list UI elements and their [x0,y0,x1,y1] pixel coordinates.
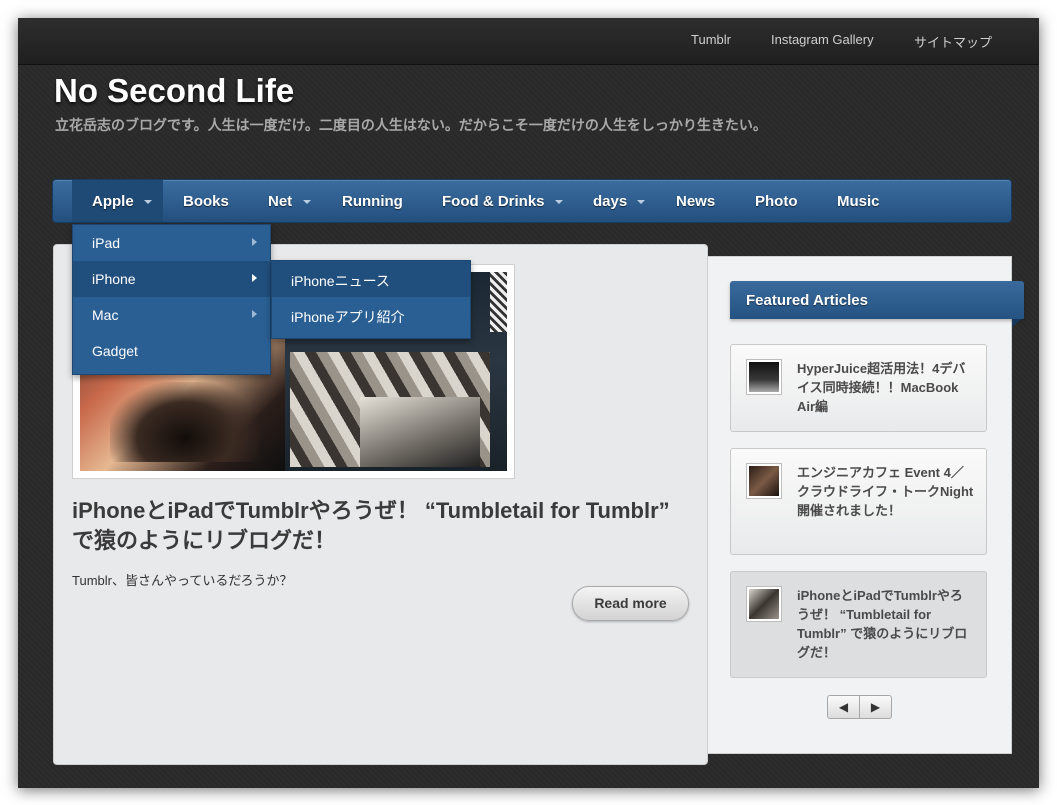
post-excerpt: Tumblr、皆さんやっているだろうか？ [72,573,293,588]
nav-item-photo[interactable]: Photo [755,193,798,210]
nav-item-news[interactable]: News [676,193,715,210]
dropdown-item-ipad[interactable]: iPad [73,225,270,261]
site-description: 立花岳志のブログです。人生は一度だけ。二度目の人生はない。だからこそ一度だけの人… [55,117,767,133]
nav-item-music[interactable]: Music [837,193,880,210]
dropdown-item-label: Mac [92,307,119,323]
nav-item-books[interactable]: Books [183,193,229,210]
featured-article-card-active[interactable]: iPhoneとiPadでTumblrやろうぜ！ “Tumbletail for … [730,571,987,678]
dropdown-item-label: Gadget [92,343,138,359]
dropdown-item-gadget[interactable]: Gadget [73,333,270,369]
featured-articles-title: Featured Articles [746,292,868,309]
iphone-submenu: iPhoneニュース iPhoneアプリ紹介 [271,260,471,339]
dropdown-item-label: iPhone [92,271,136,287]
post-title[interactable]: iPhoneとiPadでTumblrやろうぜ！ “Tumbletail for … [72,496,672,556]
dropdown-item-label: iPad [92,235,121,251]
nav-item-running[interactable]: Running [342,193,403,210]
nav-item-net[interactable]: Net [268,193,292,210]
next-arrow-icon[interactable]: ▶ [859,695,892,719]
toplink-sitemap[interactable]: サイトマップ [914,32,992,51]
featured-article-title[interactable]: iPhoneとiPadでTumblrやろうぜ！ “Tumbletail for … [797,586,975,662]
featured-article-title[interactable]: エンジニアカフェ Event 4／クラウドライフ・トークNight 開催されまし… [797,463,975,520]
featured-articles-header: Featured Articles [730,281,1024,319]
featured-article-thumbnail [746,586,782,622]
submenu-item-label: iPhoneアプリ紹介 [291,309,405,325]
nav-item-days[interactable]: days [593,193,627,210]
main-nav: Apple Books Net Running Food & Drinks da… [52,179,1012,223]
dropdown-item-iphone[interactable]: iPhone [73,261,270,297]
dropdown-item-mac[interactable]: Mac [73,297,270,333]
nav-item-apple[interactable]: Apple [92,193,134,210]
toplink-instagram-gallery[interactable]: Instagram Gallery [771,32,874,47]
previous-arrow-icon[interactable]: ◀ [827,695,860,719]
ribbon-fold [1012,319,1022,327]
read-more-button[interactable]: Read more [572,586,689,621]
featured-article-title[interactable]: HyperJuice超活用法！4デバイス同時接続！！MacBook Air編 [797,359,975,416]
site-title[interactable]: No Second Life [54,72,294,110]
chevron-down-icon [144,200,152,204]
chevron-right-icon [252,238,257,246]
chevron-down-icon [303,200,311,204]
chevron-down-icon [555,200,563,204]
featured-article-thumbnail [746,359,782,395]
chevron-down-icon [637,200,645,204]
chevron-right-icon [252,274,257,282]
featured-article-thumbnail [746,463,782,499]
toplink-tumblr[interactable]: Tumblr [691,32,731,47]
top-bar [18,18,1039,65]
submenu-item-iphone-news[interactable]: iPhoneニュース [272,261,470,297]
chevron-right-icon [252,310,257,318]
featured-article-card[interactable]: HyperJuice超活用法！4デバイス同時接続！！MacBook Air編 [730,344,987,432]
apple-dropdown-menu: iPad iPhone Mac Gadget [72,224,271,375]
submenu-item-iphone-apps[interactable]: iPhoneアプリ紹介 [272,297,470,333]
submenu-item-label: iPhoneニュース [291,273,390,289]
featured-article-card[interactable]: エンジニアカフェ Event 4／クラウドライフ・トークNight 開催されまし… [730,448,987,555]
nav-item-food-drinks[interactable]: Food & Drinks [442,193,545,210]
